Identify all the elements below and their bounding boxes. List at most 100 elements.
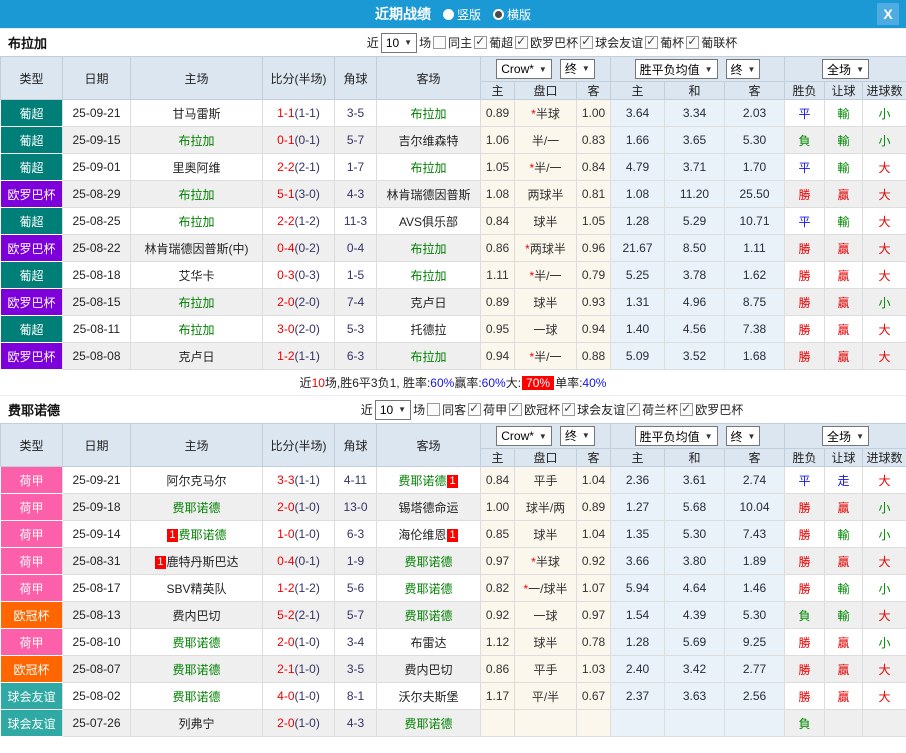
- result-cell-text: 平: [799, 215, 811, 229]
- handicap-result-cell-text: 贏: [838, 663, 850, 677]
- half-score: (1-0): [295, 662, 320, 676]
- mean-draw: 3.65: [665, 127, 725, 154]
- full-score: 3-3: [277, 473, 294, 487]
- summary-segment: 70%: [522, 376, 554, 390]
- result-cell: 負: [785, 127, 825, 154]
- odds-away: 0.92: [577, 548, 611, 575]
- mean-state-select[interactable]: 终▼: [726, 59, 761, 79]
- sub-col-header: 胜负: [785, 82, 825, 100]
- close-icon[interactable]: X: [877, 3, 899, 25]
- league-checkbox-label: 葡联杯: [701, 34, 737, 51]
- result-cell-text: 勝: [799, 528, 811, 542]
- league-checkbox[interactable]: [680, 403, 693, 416]
- league-type-badge: 葡超: [1, 127, 63, 154]
- handicap-result-cell: 贏: [825, 683, 863, 710]
- full-score: 2-2: [277, 160, 294, 174]
- odds-home: 1.12: [481, 629, 515, 656]
- league-checkbox[interactable]: [580, 36, 593, 49]
- result-cell: 勝: [785, 629, 825, 656]
- league-checkbox[interactable]: [686, 36, 699, 49]
- mean-draw: 3.63: [665, 683, 725, 710]
- result-cell-text: 平: [799, 474, 811, 488]
- score-cell: 2-0(1-0): [263, 494, 335, 521]
- handicap: 一球: [515, 602, 577, 629]
- league-checkbox[interactable]: [515, 36, 528, 49]
- sub-col-header: 让球: [825, 82, 863, 100]
- match-count-select[interactable]: 10▼: [381, 33, 417, 53]
- layout-radio-horizontal[interactable]: [493, 9, 504, 20]
- handicap: 球半: [515, 208, 577, 235]
- score-cell: 0-4(0-1): [263, 548, 335, 575]
- league-type-badge: 荷甲: [1, 494, 63, 521]
- half-score: (1-0): [295, 689, 320, 703]
- odds-state-select[interactable]: 终▼: [560, 426, 595, 446]
- odds-source-select[interactable]: Crow*▼: [496, 426, 552, 446]
- league-checkbox[interactable]: [645, 36, 658, 49]
- handicap: 球半: [515, 521, 577, 548]
- odds-away: 0.67: [577, 683, 611, 710]
- match-count-select[interactable]: 10▼: [375, 400, 411, 420]
- table-row: 荷甲25-08-17SBV精英队1-2(1-2)5-6费耶诺德0.82*一/球半…: [1, 575, 906, 602]
- table-row: 荷甲25-09-18费耶诺德2-0(1-0)13-0锡塔德命运1.00球半/两0…: [1, 494, 906, 521]
- scope-select[interactable]: 全场▼: [822, 426, 869, 446]
- mean-state-select[interactable]: 终▼: [726, 426, 761, 446]
- handicap-result-cell-text: 贏: [838, 296, 850, 310]
- league-checkbox[interactable]: [468, 403, 481, 416]
- home-team-cell: 费耶诺德: [131, 683, 263, 710]
- odds-state-select[interactable]: 终▼: [560, 59, 595, 79]
- full-score: 0-3: [277, 268, 294, 282]
- league-type-badge: 欧罗巴杯: [1, 181, 63, 208]
- match-count-select-value: 10: [386, 36, 399, 50]
- home-team-name: SBV精英队: [166, 582, 226, 596]
- mean-select[interactable]: 胜平负均值▼: [635, 426, 718, 446]
- mean-home: 1.66: [611, 127, 665, 154]
- league-checkbox[interactable]: [562, 403, 575, 416]
- league-checkbox[interactable]: [627, 403, 640, 416]
- half-score: (1-0): [295, 500, 320, 514]
- mean-home: 21.67: [611, 235, 665, 262]
- goals-cell-text: 小: [879, 107, 891, 121]
- league-type-badge: 荷甲: [1, 467, 63, 494]
- result-cell-text: 負: [799, 717, 811, 731]
- handicap-result-cell-text: 贏: [838, 636, 850, 650]
- handicap-result-cell: 贏: [825, 316, 863, 343]
- table-row: 球会友谊25-07-26列弗宁2-0(1-0)4-3费耶诺德負: [1, 710, 906, 737]
- corner-score: 4-3: [335, 181, 377, 208]
- away-team-name: 锡塔德命运: [398, 501, 458, 515]
- sub-col-header: 主: [611, 82, 665, 100]
- odds-away: 0.83: [577, 127, 611, 154]
- sub-col-header: 主: [611, 449, 665, 467]
- away-team-name: 布拉加: [410, 242, 446, 256]
- away-team-name: 布拉加: [410, 350, 446, 364]
- layout-radio-vertical[interactable]: [443, 9, 454, 20]
- mean-select[interactable]: 胜平负均值▼: [635, 59, 718, 79]
- result-cell: 負: [785, 710, 825, 737]
- mean-home: 3.64: [611, 100, 665, 127]
- goals-cell-text: 小: [879, 636, 891, 650]
- goals-cell: 大: [863, 235, 906, 262]
- away-team-cell: 布雷达: [377, 629, 481, 656]
- league-checkbox[interactable]: [509, 403, 522, 416]
- away-team-cell: 费内巴切: [377, 656, 481, 683]
- same-venue-checkbox[interactable]: [433, 36, 446, 49]
- score-cell: 0-4(0-2): [263, 235, 335, 262]
- result-cell: 勝: [785, 521, 825, 548]
- chevron-down-icon: ▼: [539, 432, 547, 441]
- same-venue-checkbox[interactable]: [427, 403, 440, 416]
- handicap-result-cell: 贏: [825, 343, 863, 370]
- home-team-name: 费耶诺德: [172, 636, 220, 650]
- result-cell: 勝: [785, 494, 825, 521]
- home-team-name: 甘马雷斯: [172, 107, 220, 121]
- home-team-cell: 布拉加: [131, 181, 263, 208]
- mean-away: 7.43: [725, 521, 785, 548]
- league-checkbox[interactable]: [474, 36, 487, 49]
- handicap: *半/一: [515, 262, 577, 289]
- match-date: 25-08-11: [63, 316, 131, 343]
- scope-select[interactable]: 全场▼: [822, 59, 869, 79]
- odds-home: 0.84: [481, 208, 515, 235]
- handicap-result-cell-text: 輸: [838, 107, 850, 121]
- match-date: 25-08-07: [63, 656, 131, 683]
- away-team-name: AVS俱乐部: [399, 215, 458, 229]
- corner-score: 5-7: [335, 602, 377, 629]
- odds-source-select[interactable]: Crow*▼: [496, 59, 552, 79]
